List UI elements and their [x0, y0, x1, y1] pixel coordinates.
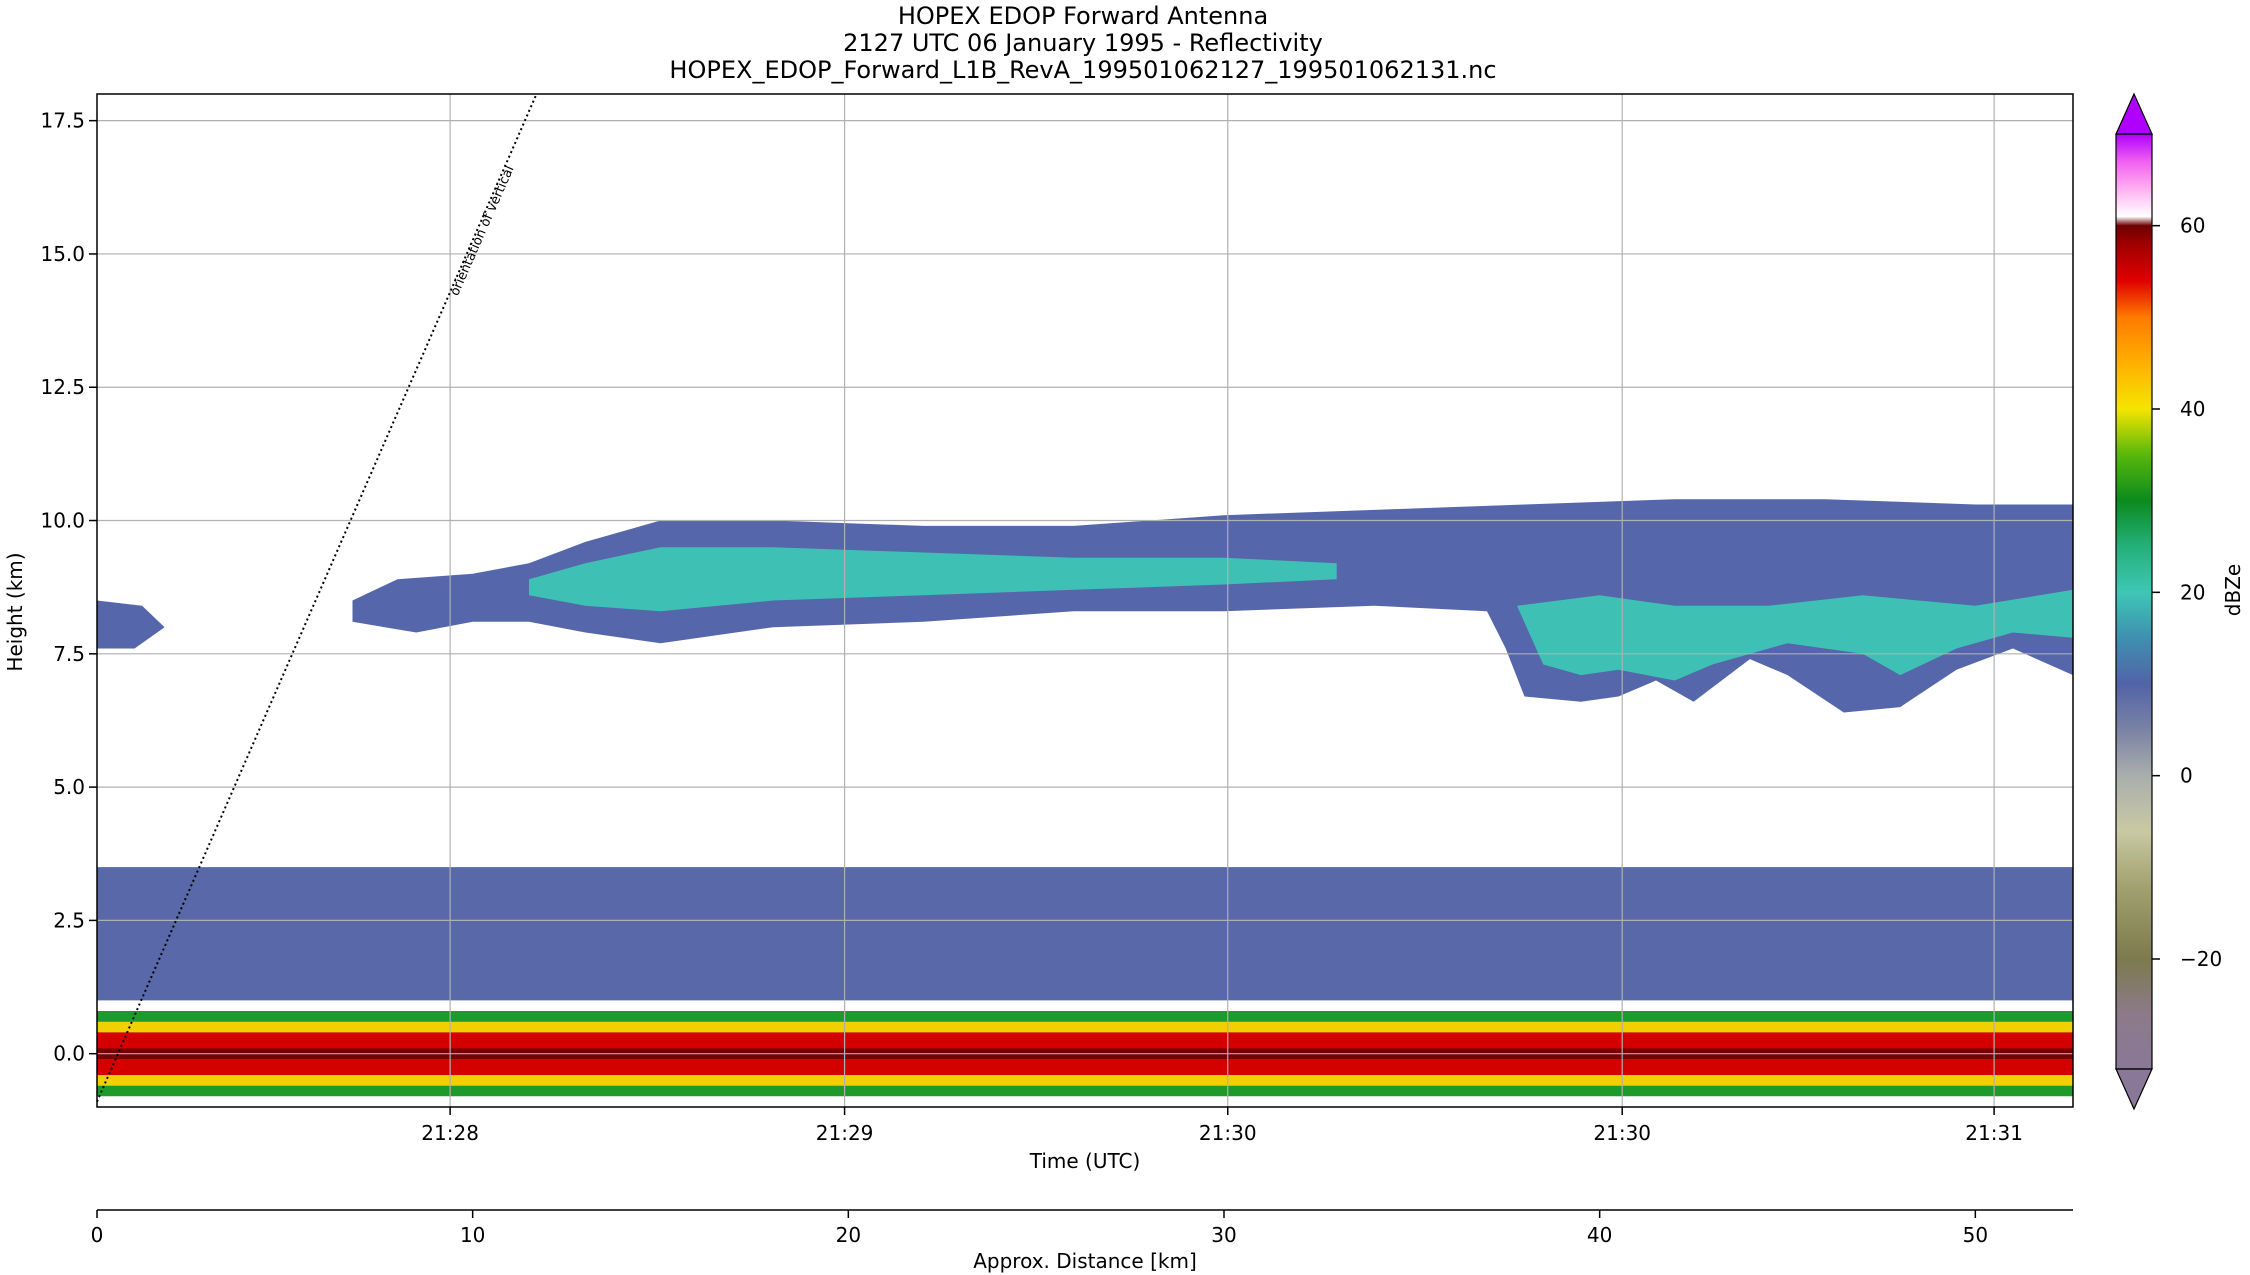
- radar-figure: HOPEX EDOP Forward Antenna 2127 UTC 06 J…: [3, 2, 2245, 1273]
- y-tick-label: 12.5: [40, 375, 85, 399]
- distance-axis-label: Approx. Distance [km]: [973, 1249, 1197, 1273]
- distance-tick-label: 30: [1211, 1223, 1236, 1247]
- chart-filename: HOPEX_EDOP_Forward_L1B_RevA_199501062127…: [669, 56, 1496, 84]
- colorbar-label: dBZe: [2221, 564, 2245, 616]
- colorbar-tick-label: 20: [2180, 580, 2205, 604]
- y-tick-label: 5.0: [53, 775, 85, 799]
- distance-axis: 0 10 20 30 40 50: [91, 1209, 2073, 1247]
- y-tick-label: 17.5: [40, 109, 85, 133]
- chart-title: HOPEX EDOP Forward Antenna: [898, 2, 1268, 30]
- chart-subtitle: 2127 UTC 06 January 1995 - Reflectivity: [843, 29, 1323, 57]
- x-tick-label: 21:30: [1593, 1121, 1651, 1145]
- y-tick-label: 7.5: [53, 642, 85, 666]
- colorbar-tick-label: 60: [2180, 214, 2205, 238]
- time-axis-ticks: 21:28 21:29 21:30 21:30 21:31: [421, 1107, 2023, 1145]
- distance-tick-label: 40: [1587, 1223, 1612, 1247]
- x-tick-label: 21:29: [816, 1121, 874, 1145]
- x-tick-label: 21:31: [1965, 1121, 2023, 1145]
- distance-tick-label: 20: [836, 1223, 861, 1247]
- y-tick-label: 2.5: [53, 908, 85, 932]
- y-axis-label: Height (km): [3, 552, 27, 671]
- distance-tick-label: 50: [1963, 1223, 1988, 1247]
- y-tick-label: 0.0: [53, 1042, 85, 1066]
- y-tick-label: 10.0: [40, 509, 85, 533]
- x-tick-label: 21:30: [1199, 1121, 1257, 1145]
- distance-tick-label: 0: [91, 1223, 104, 1247]
- y-axis-ticks: 0.0 2.5 5.0 7.5 10.0 12.5 15.0 17.5: [40, 109, 97, 1066]
- colorbar: −20 0 20 40 60: [2115, 92, 2222, 1111]
- colorbar-max-extend: [2115, 92, 2153, 135]
- echo-low-layer: [97, 867, 2073, 1001]
- colorbar-tick-label: 0: [2180, 764, 2193, 788]
- x-axis-label: Time (UTC): [1029, 1149, 1141, 1173]
- colorbar-tick-label: 40: [2180, 397, 2205, 421]
- colorbar-min-extend: [2115, 1068, 2153, 1111]
- distance-tick-label: 10: [460, 1223, 485, 1247]
- y-tick-label: 15.0: [40, 242, 85, 266]
- colorbar-gradient: [2116, 134, 2152, 1069]
- x-tick-label: 21:28: [421, 1121, 479, 1145]
- colorbar-tick-label: −20: [2180, 947, 2222, 971]
